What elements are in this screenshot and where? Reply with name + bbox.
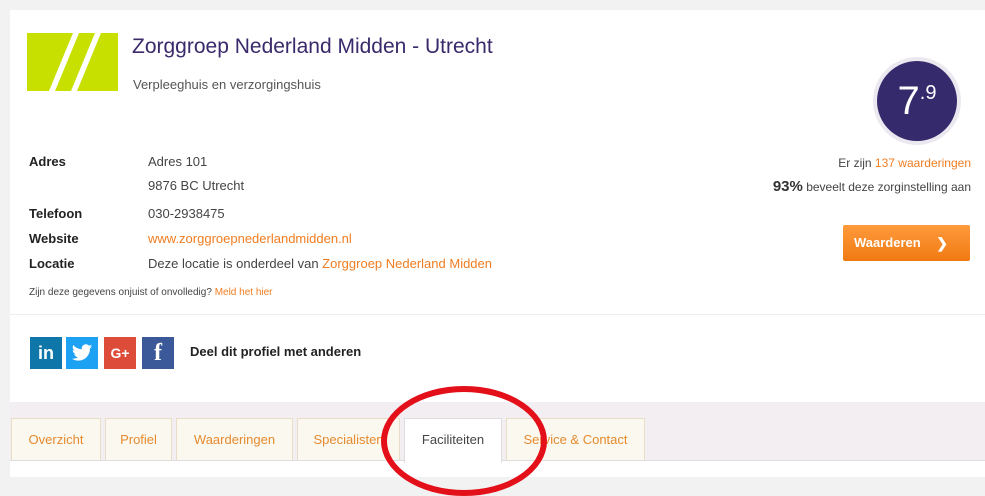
facebook-icon[interactable]: f bbox=[142, 337, 174, 369]
website-link[interactable]: www.zorggroepnederlandmidden.nl bbox=[148, 231, 352, 246]
recommend-percentage: 93% bbox=[772, 178, 803, 195]
page-title: Zorggroep Nederland Midden - Utrecht bbox=[132, 35, 493, 58]
website-label: Website bbox=[29, 231, 79, 246]
twitter-icon[interactable] bbox=[66, 337, 98, 369]
rate-button-label: Waarderen bbox=[854, 235, 921, 250]
address-line1: Adres 101 bbox=[148, 154, 208, 169]
location-link[interactable]: Zorggroep Nederland Midden bbox=[322, 256, 492, 271]
review-count: Er zijn 137 waarderingen bbox=[838, 156, 971, 170]
page-subtitle: Verpleeghuis en verzorgingshuis bbox=[133, 77, 321, 92]
address-label: Adres bbox=[29, 154, 66, 169]
location-value: Deze locatie is onderdeel van Zorggroep … bbox=[148, 256, 492, 271]
organization-logo bbox=[27, 33, 118, 91]
report-text: Zijn deze gegevens onjuist of onvolledig… bbox=[29, 287, 215, 298]
report-link[interactable]: Meld het hier bbox=[215, 287, 273, 298]
tab-waarderingen[interactable]: Waarderingen bbox=[176, 418, 293, 460]
share-label: Deel dit profiel met anderen bbox=[190, 344, 362, 359]
rate-button[interactable]: Waarderen ❯ bbox=[843, 225, 970, 261]
location-text: Deze locatie is onderdeel van bbox=[148, 256, 323, 271]
tab-overzicht[interactable]: Overzicht bbox=[11, 418, 101, 460]
score-value: 7 bbox=[897, 79, 920, 123]
chevron-right-icon: ❯ bbox=[936, 235, 948, 251]
review-count-link[interactable]: 137 waarderingen bbox=[875, 156, 971, 170]
recommend-text: beveelt deze zorginstelling aan bbox=[802, 180, 971, 194]
recommendation: 93% beveelt deze zorginstelling aan bbox=[773, 178, 971, 195]
score-decimal: .9 bbox=[919, 82, 937, 104]
address-line2: 9876 BC Utrecht bbox=[148, 178, 245, 193]
location-label: Locatie bbox=[29, 256, 75, 271]
highlight-circle-annotation bbox=[381, 386, 547, 496]
report-notice: Zijn deze gegevens onjuist of onvolledig… bbox=[29, 287, 273, 298]
section-divider bbox=[10, 314, 985, 315]
linkedin-icon[interactable]: in bbox=[30, 337, 62, 369]
phone-value: 030-2938475 bbox=[148, 206, 225, 221]
phone-label: Telefoon bbox=[29, 206, 83, 221]
tab-profiel[interactable]: Profiel bbox=[105, 418, 172, 460]
review-count-prefix: Er zijn bbox=[838, 156, 875, 170]
googleplus-icon[interactable]: G+ bbox=[104, 337, 136, 369]
score-badge: 7.9 bbox=[873, 57, 961, 145]
